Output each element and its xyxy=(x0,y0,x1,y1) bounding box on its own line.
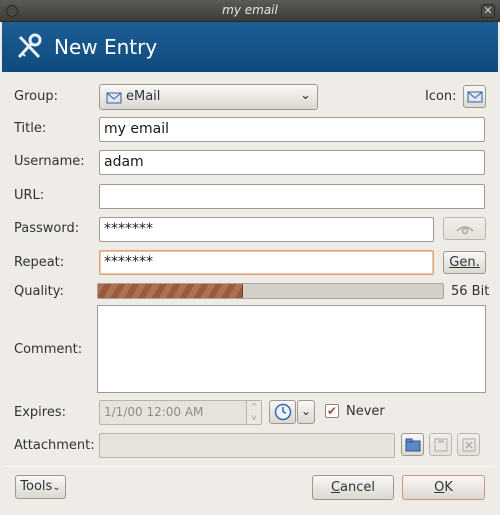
tools-menu-button[interactable]: Tools⌄ xyxy=(15,475,66,499)
dialog-title: New Entry xyxy=(54,35,158,59)
ok-button[interactable]: OK xyxy=(402,475,485,500)
attachment-label: Attachment: xyxy=(14,438,95,453)
ok-button-label: OK xyxy=(434,480,453,495)
expires-date-input[interactable]: 1/1/00 12:00 AM xyxy=(99,400,247,425)
username-input[interactable]: adam xyxy=(99,150,485,175)
url-input[interactable] xyxy=(99,184,485,209)
group-label: Group: xyxy=(14,89,58,104)
eye-icon xyxy=(455,226,474,235)
comment-textarea[interactable] xyxy=(97,305,486,393)
open-attachment-button[interactable] xyxy=(401,433,424,456)
password-input[interactable]: ******* xyxy=(99,217,434,242)
generate-button-label: Gen. xyxy=(449,255,480,270)
checkmark-icon: ✔ xyxy=(326,404,338,418)
tools-button-label: Tools xyxy=(20,479,53,494)
cancel-button[interactable]: Cancel xyxy=(312,475,394,500)
clock-icon xyxy=(274,403,291,421)
cancel-button-label: Cancel xyxy=(330,480,376,495)
repeat-password-input[interactable]: ******* xyxy=(99,250,434,275)
password-quality-fill xyxy=(98,284,243,298)
save-attachment-button[interactable] xyxy=(429,433,452,456)
never-label: Never xyxy=(346,404,385,419)
icon-label: Icon: xyxy=(425,89,457,104)
expires-label: Expires: xyxy=(14,405,66,420)
generate-password-button[interactable]: Gen. xyxy=(443,251,486,274)
delete-icon xyxy=(462,438,475,452)
comment-label: Comment: xyxy=(14,342,83,357)
chevron-down-icon: ⌄ xyxy=(300,88,311,103)
group-value: eMail xyxy=(126,89,161,104)
repeat-label: Repeat: xyxy=(14,255,65,270)
group-combo[interactable]: eMail ⌄ xyxy=(99,84,318,110)
footer-separator xyxy=(5,466,495,467)
title-input[interactable]: my email xyxy=(99,117,485,142)
keys-tools-icon xyxy=(17,33,42,59)
password-quality-bar xyxy=(97,283,444,299)
close-icon[interactable]: ✕ xyxy=(481,4,495,18)
save-icon xyxy=(434,438,447,452)
dialog-banner: New Entry xyxy=(2,22,498,72)
chevron-down-icon: ⌄ xyxy=(52,482,61,493)
password-label: Password: xyxy=(14,221,80,236)
envelope-icon xyxy=(467,91,482,103)
window-title: my email xyxy=(222,3,278,17)
url-label: URL: xyxy=(14,188,45,203)
chevron-down-icon: ⌄ xyxy=(300,404,312,418)
attachment-input[interactable] xyxy=(99,433,395,458)
title-label: Title: xyxy=(14,121,47,136)
expires-presets-button[interactable] xyxy=(269,400,296,424)
show-password-button[interactable] xyxy=(443,217,486,240)
icon-picker-button[interactable] xyxy=(463,85,486,108)
window-titlebar: my email ✕ xyxy=(0,0,500,22)
quality-value: 56 Bit xyxy=(451,284,490,299)
delete-attachment-button[interactable] xyxy=(457,433,480,456)
folder-open-icon xyxy=(405,438,420,452)
expires-dropdown-button[interactable]: ⌄ xyxy=(297,400,315,424)
envelope-icon xyxy=(106,92,122,104)
expires-spinner[interactable]: ^ v xyxy=(246,400,262,425)
never-checkbox[interactable]: ✔ xyxy=(325,404,339,418)
username-label: Username: xyxy=(14,154,85,169)
quality-label: Quality: xyxy=(14,284,64,299)
